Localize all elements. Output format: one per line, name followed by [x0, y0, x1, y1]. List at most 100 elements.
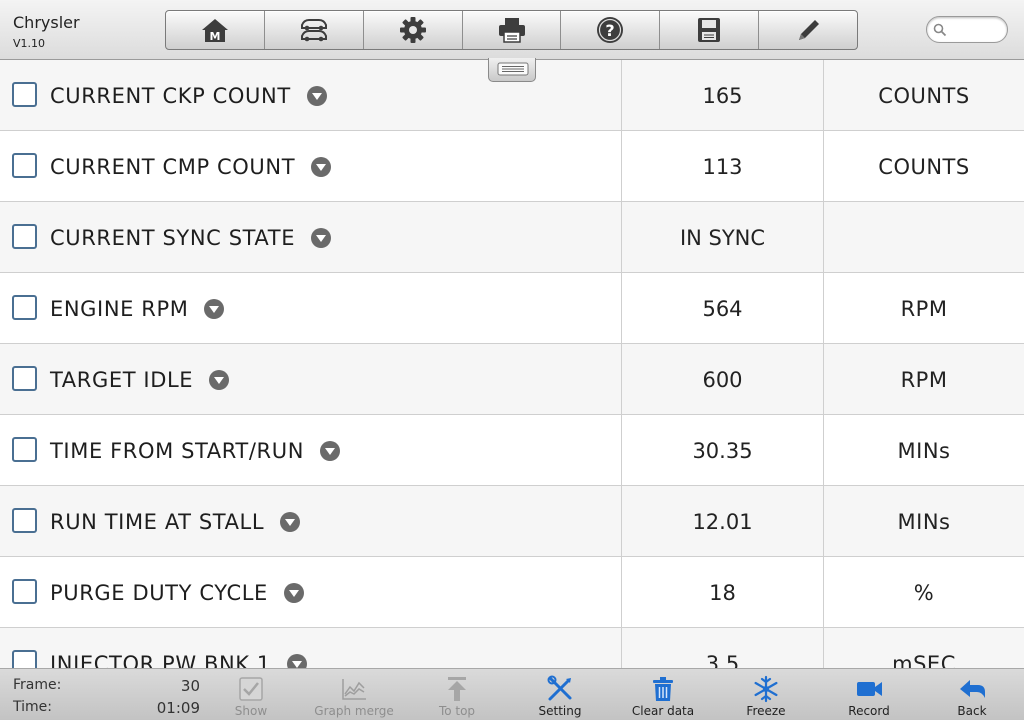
search-input[interactable]	[951, 20, 1003, 39]
vehicle-swap-button[interactable]	[265, 11, 364, 49]
home-button[interactable]: M	[166, 11, 265, 49]
back-button[interactable]: Back	[927, 671, 1017, 719]
svg-text:?: ?	[606, 21, 615, 40]
table-row[interactable]: ENGINE RPM 564 RPM	[0, 273, 1024, 344]
time-value: 01:09	[156, 699, 200, 717]
parameter-value: 113	[621, 131, 823, 202]
row-checkbox[interactable]	[12, 650, 37, 668]
pencil-icon	[799, 20, 820, 40]
app-title: Chrysler	[13, 13, 80, 32]
parameter-name: INJECTOR PW BNK 1	[50, 651, 271, 669]
parameter-name-cell: PURGE DUTY CYCLE	[50, 557, 304, 628]
graph-merge-button[interactable]: Graph merge	[309, 671, 399, 719]
table-row[interactable]: PURGE DUTY CYCLE 18%	[0, 557, 1024, 628]
table-row[interactable]: INJECTOR PW BNK 1 3.5 mSEC	[0, 628, 1024, 668]
row-checkbox[interactable]	[12, 508, 37, 533]
row-checkbox[interactable]	[12, 366, 37, 391]
parameter-name: TIME FROM START/RUN	[50, 438, 305, 463]
parameter-name-cell: INJECTOR PW BNK 1	[50, 628, 307, 668]
settings-button[interactable]	[364, 11, 463, 49]
show-label: Show	[234, 704, 268, 718]
parameter-name-cell: CURRENT CMP COUNT	[50, 131, 332, 202]
parameter-value: 18	[621, 557, 823, 628]
parameter-unit: RPM	[823, 273, 1024, 344]
parameter-name: ENGINE RPM	[50, 296, 189, 321]
freeze-button[interactable]: Freeze	[721, 671, 811, 719]
app-version: V1.10	[13, 37, 46, 50]
frame-value: 30	[180, 677, 200, 695]
table-row[interactable]: TIME FROM START/RUN 30.35 MINs	[0, 415, 1024, 486]
parameter-unit: MINs	[823, 415, 1024, 486]
dropdown-icon[interactable]	[283, 582, 304, 603]
row-checkbox[interactable]	[12, 224, 37, 249]
dropdown-icon[interactable]	[320, 440, 341, 461]
setting-label: Setting	[538, 704, 582, 718]
table-row[interactable]: RUN TIME AT STALL 12.01 MINs	[0, 486, 1024, 557]
parameter-name: PURGE DUTY CYCLE	[50, 580, 268, 605]
footer-bar: Frame: 30 Time: 01:09 Show Graph merge T…	[0, 668, 1024, 720]
header-bar: Chrysler V1.10 M ?	[0, 0, 1024, 60]
to-top-button[interactable]: To top	[412, 671, 502, 719]
parameter-value: 3.5	[621, 628, 823, 668]
row-checkbox[interactable]	[12, 82, 37, 107]
parameter-unit: %	[823, 557, 1024, 628]
edit-button[interactable]	[759, 11, 857, 49]
dropdown-icon[interactable]	[286, 653, 307, 669]
dropdown-icon[interactable]	[209, 369, 230, 390]
parameter-name-cell: TIME FROM START/RUN	[50, 415, 341, 486]
dropdown-icon[interactable]	[204, 298, 225, 319]
parameter-name: CURRENT CMP COUNT	[50, 154, 296, 179]
setting-button[interactable]: Setting	[515, 671, 605, 719]
row-checkbox[interactable]	[12, 437, 37, 462]
check-icon	[239, 677, 263, 701]
record-label: Record	[848, 704, 890, 718]
to-top-icon	[448, 677, 466, 701]
grip-lines-icon	[497, 62, 529, 76]
save-icon	[698, 18, 721, 42]
back-arrow-icon	[960, 680, 985, 698]
snowflake-icon	[754, 675, 778, 703]
dropdown-icon[interactable]	[280, 511, 301, 532]
back-label: Back	[957, 704, 987, 718]
data-stream-table[interactable]: CURRENT CKP COUNT 165 COUNTS CURRENT CMP CO…	[0, 60, 1024, 668]
parameter-name-cell: CURRENT SYNC STATE	[50, 202, 332, 273]
record-button[interactable]: Record	[824, 671, 914, 719]
clear-data-label: Clear data	[631, 704, 695, 718]
save-button[interactable]	[660, 11, 760, 49]
graph-merge-icon	[342, 679, 366, 700]
frame-label: Frame:	[13, 677, 62, 693]
dropdown-icon[interactable]	[311, 156, 332, 177]
wrench-screwdriver-icon	[547, 675, 572, 701]
parameter-name-cell: TARGET IDLE	[50, 344, 230, 415]
parameter-value: 12.01	[621, 486, 823, 557]
to-top-label: To top	[438, 704, 476, 718]
print-button[interactable]	[463, 11, 562, 49]
dropdown-icon[interactable]	[311, 227, 332, 248]
row-checkbox[interactable]	[12, 295, 37, 320]
dropdown-icon[interactable]	[306, 85, 327, 106]
time-label: Time:	[13, 699, 52, 715]
clear-data-button[interactable]: Clear data	[618, 671, 708, 719]
trash-icon	[653, 677, 673, 701]
parameter-name-cell: ENGINE RPM	[50, 273, 225, 344]
parameter-name: CURRENT SYNC STATE	[50, 225, 296, 250]
graph-merge-label: Graph merge	[314, 704, 394, 718]
parameter-name-cell: CURRENT CKP COUNT	[50, 60, 327, 131]
table-row[interactable]: CURRENT CMP COUNT 113 COUNTS	[0, 131, 1024, 202]
table-row[interactable]: TARGET IDLE 600 RPM	[0, 344, 1024, 415]
pull-down-handle[interactable]	[488, 58, 536, 82]
search-box[interactable]	[926, 16, 1008, 43]
help-icon: ?	[597, 17, 624, 43]
help-button[interactable]: ?	[561, 11, 661, 49]
parameter-value: 165	[621, 60, 823, 131]
video-camera-icon	[857, 682, 882, 696]
row-checkbox[interactable]	[12, 153, 37, 178]
row-checkbox[interactable]	[12, 579, 37, 604]
freeze-label: Freeze	[746, 704, 786, 718]
home-icon: M	[201, 19, 228, 43]
table-row[interactable]: CURRENT SYNC STATE IN SYNC	[0, 202, 1024, 273]
parameter-unit: COUNTS	[823, 60, 1024, 131]
parameter-unit: COUNTS	[823, 131, 1024, 202]
show-button[interactable]: Show	[206, 671, 296, 719]
parameter-unit: mSEC	[823, 628, 1024, 668]
